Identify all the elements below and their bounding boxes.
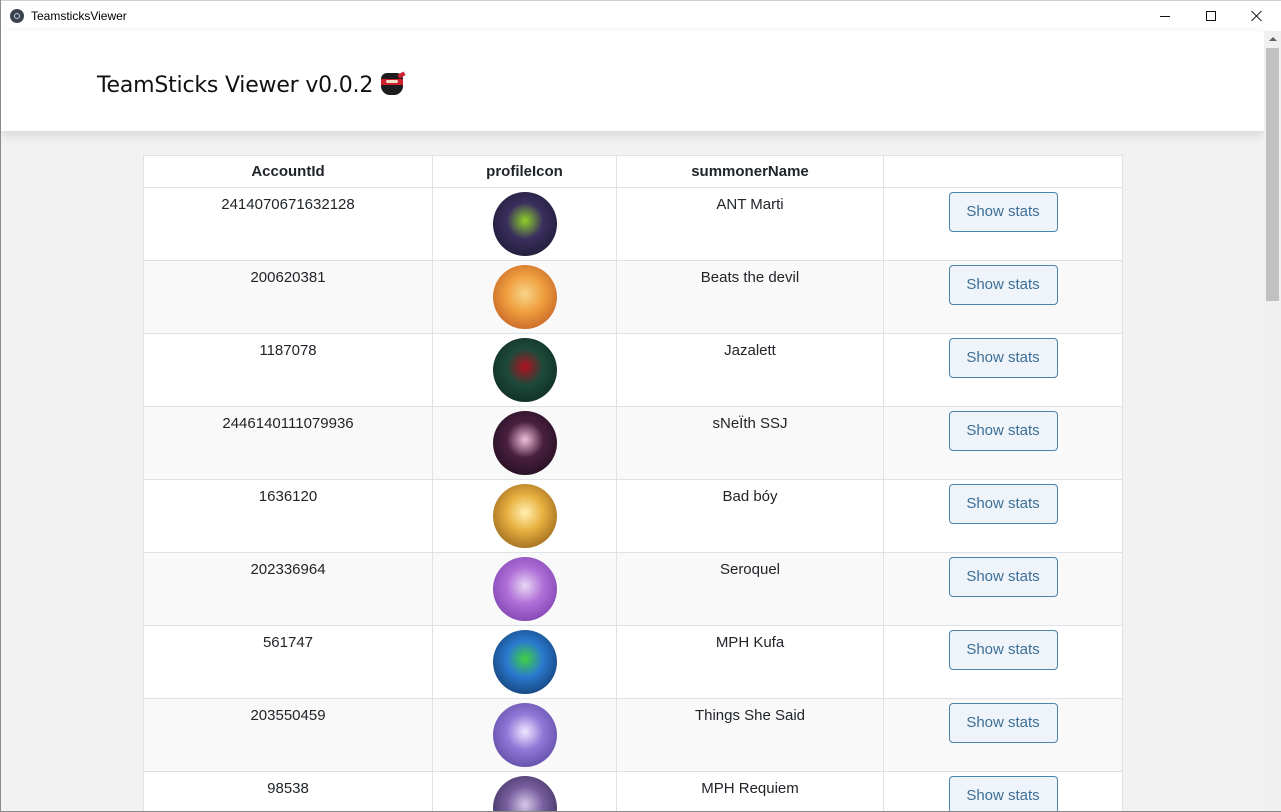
- actions-cell: Show stats: [883, 333, 1123, 407]
- summoner-name-cell: Bad bóy: [616, 479, 884, 553]
- show-stats-button[interactable]: Show stats: [948, 484, 1058, 524]
- show-stats-button[interactable]: Show stats: [948, 411, 1058, 451]
- column-header-accountid[interactable]: AccountId: [143, 155, 433, 188]
- table-row: 1187078 Jazalett Show stats: [143, 333, 1123, 407]
- page-title: TeamSticks Viewer v0.0.2: [97, 70, 406, 98]
- summoner-name-cell: Seroquel: [616, 552, 884, 626]
- profile-icon-cell: [432, 187, 617, 261]
- summoner-name-cell: MPH Requiem: [616, 771, 884, 811]
- dragon-icon: [492, 776, 557, 811]
- account-id-cell: 1636120: [143, 479, 433, 553]
- table-row: 203550459 Things She Said Show stats: [143, 698, 1123, 772]
- scroll-up-arrow-icon[interactable]: [1264, 31, 1281, 48]
- summoner-name-cell: Jazalett: [616, 333, 884, 407]
- minimize-icon: [1160, 16, 1170, 17]
- summoner-name-cell: Things She Said: [616, 698, 884, 772]
- minimize-button[interactable]: [1142, 1, 1188, 31]
- app-window: TeamsticksViewer TeamSticks Viewer v0.0.…: [0, 0, 1281, 812]
- app-icon: [10, 9, 24, 23]
- summoner-name-cell: MPH Kufa: [616, 625, 884, 699]
- account-id-cell: 561747: [143, 625, 433, 699]
- show-stats-button[interactable]: Show stats: [948, 265, 1058, 305]
- actions-cell: Show stats: [883, 552, 1123, 626]
- column-header-actions: [883, 155, 1123, 188]
- ninja-cat-icon: [379, 70, 406, 96]
- account-id-cell: 2414070671632128: [143, 187, 433, 261]
- actions-cell: Show stats: [883, 260, 1123, 334]
- profile-icon-cell: [432, 625, 617, 699]
- column-header-profileicon[interactable]: profileIcon: [432, 155, 617, 188]
- window-title: TeamsticksViewer: [31, 9, 127, 23]
- table-header-row: AccountId profileIcon summonerName: [143, 155, 1123, 188]
- profile-icon-cell: [432, 479, 617, 553]
- show-stats-button[interactable]: Show stats: [948, 776, 1058, 811]
- profile-icon-cell: [432, 552, 617, 626]
- actions-cell: Show stats: [883, 479, 1123, 553]
- elf-girl-icon: [492, 557, 557, 621]
- column-header-summonername[interactable]: summonerName: [616, 155, 884, 188]
- maximize-icon: [1206, 11, 1216, 21]
- account-id-cell: 98538: [143, 771, 433, 811]
- table-row: 2446140111079936 sNeÏth SSJ Show stats: [143, 406, 1123, 480]
- account-id-cell: 200620381: [143, 260, 433, 334]
- table-row: 2414070671632128 ANT Marti Show stats: [143, 187, 1123, 261]
- show-stats-button[interactable]: Show stats: [948, 557, 1058, 597]
- actions-cell: Show stats: [883, 771, 1123, 811]
- summoner-name-cell: ANT Marti: [616, 187, 884, 261]
- table-row: 561747 MPH Kufa Show stats: [143, 625, 1123, 699]
- vertical-scrollbar[interactable]: [1264, 31, 1281, 811]
- actions-cell: Show stats: [883, 625, 1123, 699]
- show-stats-button[interactable]: Show stats: [948, 338, 1058, 378]
- account-id-cell: 203550459: [143, 698, 433, 772]
- maximize-button[interactable]: [1188, 1, 1234, 31]
- summoner-name-cell: sNeÏth SSJ: [616, 406, 884, 480]
- scrollbar-thumb[interactable]: [1266, 48, 1279, 301]
- profile-icon-cell: [432, 771, 617, 811]
- actions-cell: Show stats: [883, 698, 1123, 772]
- emblem-icon: [492, 411, 557, 475]
- table-row: 202336964 Seroquel Show stats: [143, 552, 1123, 626]
- actions-cell: Show stats: [883, 406, 1123, 480]
- table-row: 1636120 Bad bóy Show stats: [143, 479, 1123, 553]
- profile-icon-cell: [432, 260, 617, 334]
- rose-icon: [492, 338, 557, 402]
- players-table: AccountId profileIcon summonerName 24140…: [143, 155, 1123, 811]
- table-row: 200620381 Beats the devil Show stats: [143, 260, 1123, 334]
- close-button[interactable]: [1234, 1, 1280, 31]
- table-row: 98538 MPH Requiem Show stats: [143, 771, 1123, 811]
- profile-icon-cell: [432, 698, 617, 772]
- profile-icon-cell: [432, 333, 617, 407]
- golden-warrior-icon: [492, 265, 557, 329]
- actions-cell: Show stats: [883, 187, 1123, 261]
- page-header: TeamSticks Viewer v0.0.2: [1, 31, 1264, 131]
- close-icon: [1251, 10, 1263, 22]
- page-title-text: TeamSticks Viewer v0.0.2: [97, 73, 374, 98]
- potion-icon: [492, 630, 557, 694]
- gold-helmet-icon: [492, 484, 557, 548]
- star-guardian-icon: [492, 703, 557, 767]
- summoner-name-cell: Beats the devil: [616, 260, 884, 334]
- profile-icon-cell: [432, 406, 617, 480]
- title-bar: TeamsticksViewer: [1, 0, 1281, 31]
- players-table-container: AccountId profileIcon summonerName 24140…: [143, 155, 1123, 811]
- show-stats-button[interactable]: Show stats: [948, 703, 1058, 743]
- show-stats-button[interactable]: Show stats: [948, 630, 1058, 670]
- account-id-cell: 202336964: [143, 552, 433, 626]
- account-id-cell: 2446140111079936: [143, 406, 433, 480]
- show-stats-button[interactable]: Show stats: [948, 192, 1058, 232]
- hooded-figure-icon: [492, 192, 557, 256]
- account-id-cell: 1187078: [143, 333, 433, 407]
